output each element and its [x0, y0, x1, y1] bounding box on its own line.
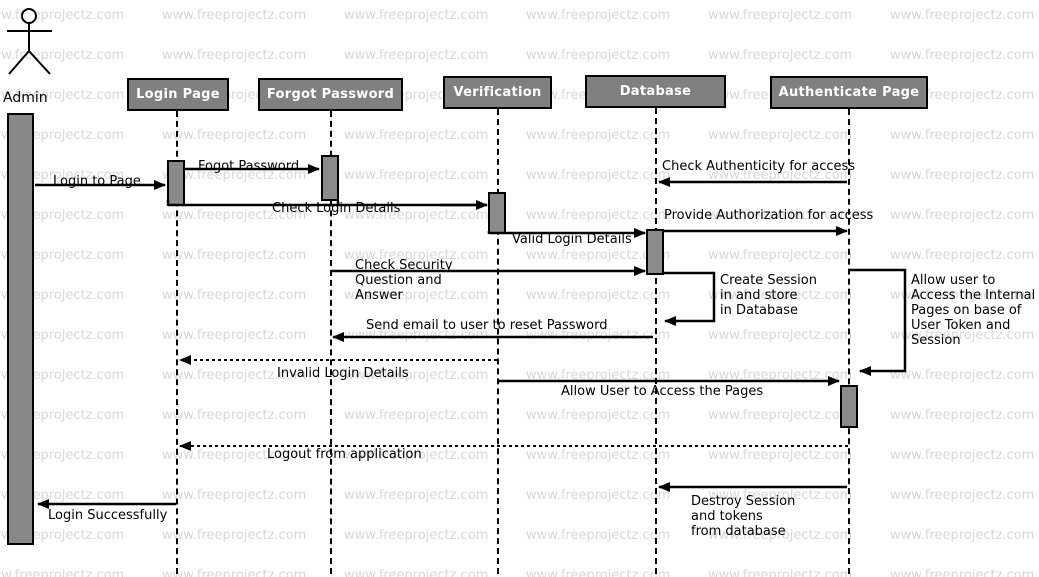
- activation-bar-database: [646, 229, 664, 275]
- message-label-allow-user-access-pages: Allow User to Access the Pages: [561, 384, 764, 399]
- message-label-check-security-question: Check Security Question and Answer: [355, 258, 453, 303]
- lifeline-header-label: Verification: [453, 85, 542, 100]
- activation-bar-login-page: [167, 160, 185, 206]
- lifeline-authenticate-page: [848, 109, 850, 574]
- lifeline-header-forgot-password[interactable]: Forgot Password: [258, 78, 403, 111]
- lifeline-header-login-page[interactable]: Login Page: [127, 78, 229, 111]
- lifeline-database: [655, 108, 657, 574]
- message-label-login-to-page: Login to Page: [53, 174, 141, 189]
- message-label-send-email-reset-password: Send email to user to reset Password: [366, 318, 608, 333]
- lifeline-header-authenticate-page[interactable]: Authenticate Page: [770, 76, 928, 109]
- lifeline-verification: [497, 109, 499, 574]
- message-label-logout-from-application: Logout from application: [267, 447, 422, 462]
- message-label-allow-user-access: Allow user to Access the Internal Pages …: [911, 273, 1036, 348]
- message-label-destroy-session: Destroy Session and tokens from database: [691, 494, 796, 539]
- message-label-check-authenticity: Check Authenticity for access: [662, 159, 856, 174]
- sequence-diagram-canvas: www.freeprojectz.comwww.freeprojectz.com…: [0, 0, 1039, 577]
- activation-bar-verification: [488, 192, 506, 234]
- message-label-valid-login-details: Valid Login Details: [512, 232, 632, 247]
- lifeline-header-label: Authenticate Page: [778, 85, 920, 100]
- lifeline-header-label: Login Page: [136, 87, 220, 102]
- lifeline-header-verification[interactable]: Verification: [443, 76, 552, 109]
- activation-bar-forgot-password: [321, 155, 339, 201]
- diagram-layer: Admin Login Page Forgot Password Verific…: [0, 0, 1039, 577]
- message-label-fogot-password: Fogot Password: [198, 159, 300, 174]
- activation-bar-authenticate-page: [840, 385, 858, 428]
- lifeline-header-label: Database: [619, 84, 692, 99]
- message-label-create-session: Create Session in and store in Database: [720, 273, 817, 318]
- actor-label: Admin: [3, 90, 48, 106]
- message-label-login-successfully: Login Successfully: [48, 508, 168, 523]
- lifeline-header-database[interactable]: Database: [585, 75, 726, 108]
- actor-stick-figure-icon: [4, 6, 60, 76]
- message-label-provide-authorization: Provide Authorization for access: [664, 208, 874, 223]
- lifeline-header-label: Forgot Password: [266, 87, 395, 102]
- message-label-invalid-login-details: Invalid Login Details: [277, 366, 409, 381]
- activation-bar-admin: [7, 113, 34, 545]
- message-label-check-login-details: Check Login Details: [272, 201, 401, 216]
